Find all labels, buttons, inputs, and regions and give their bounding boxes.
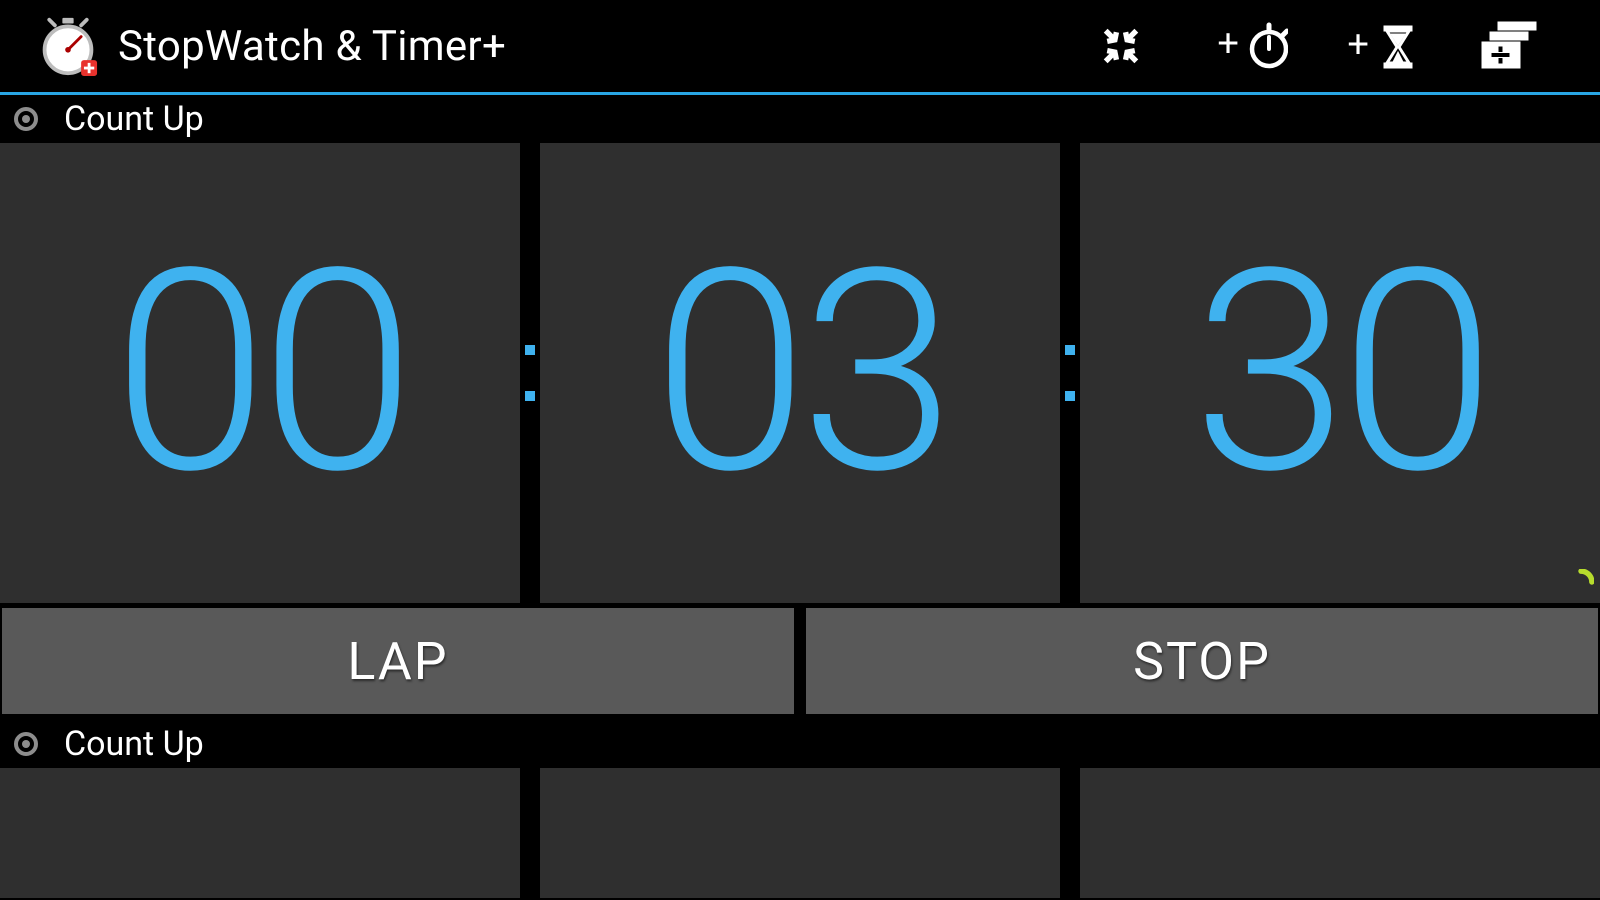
svg-text:+: +: [1218, 22, 1238, 64]
running-spinner-icon: [1568, 569, 1594, 595]
hours-panel[interactable]: [0, 768, 520, 898]
timer1-button-row: LAP STOP: [0, 608, 1600, 714]
timer2-mode-bar[interactable]: Count Up: [0, 720, 1600, 768]
minutes-panel[interactable]: [540, 768, 1060, 898]
seconds-panel[interactable]: 30: [1080, 143, 1600, 603]
timer1-time-display: 00 03 30: [0, 143, 1600, 603]
hours-panel[interactable]: 00: [0, 143, 520, 603]
radio-icon: [14, 732, 38, 756]
colon-2: [1060, 143, 1080, 603]
app-title: StopWatch & Timer+: [118, 22, 506, 71]
seconds-panel[interactable]: [1080, 768, 1600, 898]
svg-text:+: +: [1348, 23, 1368, 65]
add-stopwatch-icon[interactable]: +: [1186, 0, 1316, 92]
hours-value: 00: [113, 233, 408, 513]
timer2-mode-label: Count Up: [64, 724, 204, 764]
action-bar: StopWatch & Timer+ +: [0, 0, 1600, 92]
stop-button[interactable]: STOP: [806, 608, 1598, 714]
minutes-value: 03: [653, 233, 948, 513]
colon-1: [520, 143, 540, 603]
minutes-panel[interactable]: 03: [540, 143, 1060, 603]
add-pane-icon[interactable]: [1446, 0, 1576, 92]
seconds-value: 30: [1193, 233, 1488, 513]
add-hourglass-icon[interactable]: +: [1316, 0, 1446, 92]
timer2-time-display: [0, 768, 1600, 898]
timer1-mode-bar[interactable]: Count Up: [0, 95, 1600, 143]
radio-icon: [14, 107, 38, 131]
timer1-mode-label: Count Up: [64, 99, 204, 139]
app-icon: [38, 16, 98, 76]
lap-button[interactable]: LAP: [2, 608, 794, 714]
collapse-icon[interactable]: [1056, 0, 1186, 92]
